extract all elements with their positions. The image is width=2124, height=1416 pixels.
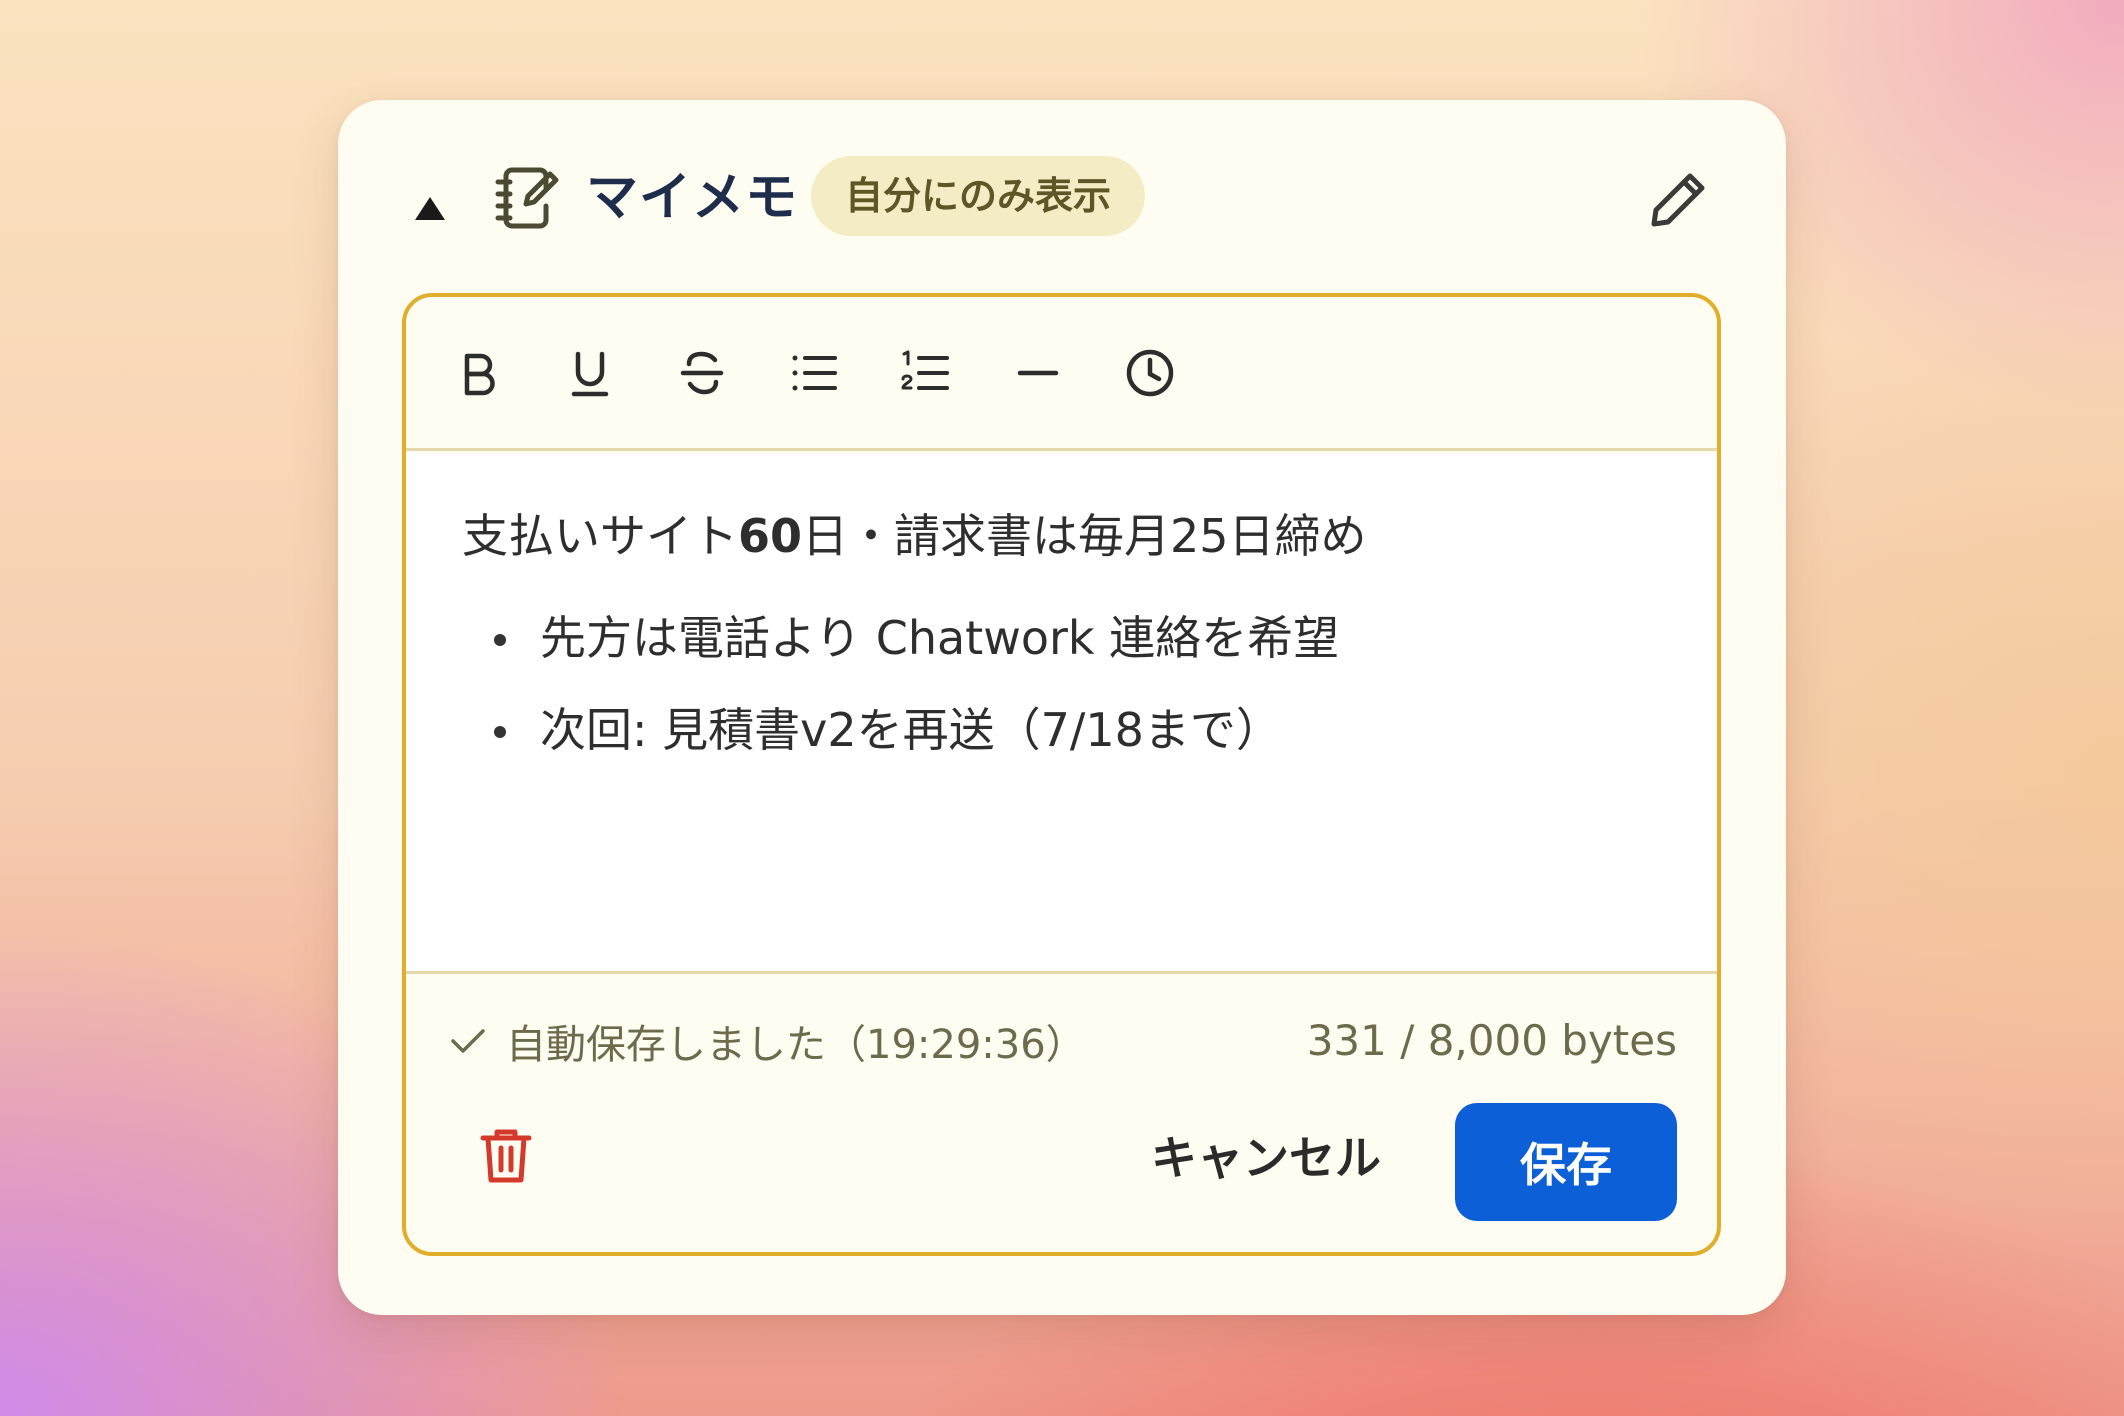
- memo-line: 支払いサイト60日・請求書は毎月25日締め: [462, 509, 1367, 563]
- pencil-icon: [1651, 173, 1705, 227]
- strikethrough-button[interactable]: [666, 337, 738, 409]
- bold-button[interactable]: [442, 337, 514, 409]
- horizontal-rule-button[interactable]: [1002, 337, 1074, 409]
- save-button[interactable]: 保存: [1455, 1103, 1677, 1221]
- memo-bullet-list: 先方は電話より Chatwork 連絡を希望 次回: 見積書v2を再送（7/18…: [462, 606, 1659, 762]
- check-icon: [451, 1029, 485, 1053]
- trash-icon: [480, 1129, 532, 1183]
- bold-icon: [464, 353, 495, 396]
- underline-button[interactable]: [554, 337, 626, 409]
- byte-counter: 331 / 8,000 bytes: [1306, 1016, 1677, 1065]
- collapse-button[interactable]: [400, 178, 460, 238]
- strikethrough-icon: [680, 351, 724, 395]
- numbered-list-icon: [901, 350, 949, 390]
- bullet-list-button[interactable]: [778, 337, 850, 409]
- timestamp-button[interactable]: [1114, 337, 1186, 409]
- bullet-list-icon: [792, 355, 837, 391]
- visibility-badge: 自分にのみ表示: [811, 156, 1146, 236]
- list-item: 先方は電話より Chatwork 連絡を希望: [462, 606, 1659, 670]
- list-item: 次回: 見積書v2を再送（7/18まで）: [462, 698, 1659, 762]
- edit-button[interactable]: [1642, 162, 1716, 236]
- my-memo-card: マイメモ 自分にのみ表示 支払いサイト60日・請求書は毎月25日締め 先方は電話…: [338, 100, 1786, 1315]
- underline-icon: [571, 351, 609, 397]
- formatting-toolbar: [406, 297, 1717, 451]
- autosave-status: 自動保存しました（19:29:36）: [448, 1011, 1086, 1071]
- memo-title: マイメモ: [586, 168, 799, 228]
- clock-icon: [1126, 349, 1174, 397]
- triangle-up-icon: [415, 197, 445, 220]
- numbered-list-button[interactable]: [890, 337, 962, 409]
- memo-header: マイメモ 自分にのみ表示: [338, 100, 1786, 295]
- editor-footer: 自動保存しました（19:29:36） 331 / 8,000 bytes キャン…: [406, 977, 1717, 1252]
- horizontal-rule-icon: [1017, 370, 1059, 376]
- memo-editor: 支払いサイト60日・請求書は毎月25日締め 先方は電話より Chatwork 連…: [402, 293, 1721, 1256]
- memo-content[interactable]: 支払いサイト60日・請求書は毎月25日締め 先方は電話より Chatwork 連…: [406, 454, 1717, 974]
- autosave-text: 自動保存しました（19:29:36）: [506, 1022, 1086, 1068]
- cancel-button[interactable]: キャンセル: [1106, 1103, 1426, 1207]
- delete-button[interactable]: [470, 1119, 542, 1191]
- notebook-pen-icon: [495, 167, 559, 229]
